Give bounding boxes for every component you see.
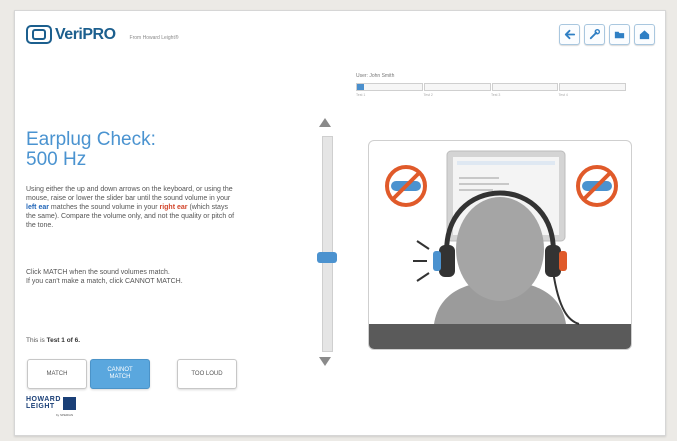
brand-ear-icon	[62, 396, 76, 410]
headphones-illustration	[369, 150, 631, 349]
cannot-match-label-line1: CANNOT	[107, 367, 133, 373]
logo-badge-icon	[26, 25, 52, 44]
progress-fill	[357, 84, 364, 90]
match-button[interactable]: MATCH	[27, 359, 87, 389]
wrench-icon	[589, 28, 601, 40]
no-sound-sign-right	[576, 165, 618, 207]
brand-line2: LEIGHT	[26, 403, 55, 410]
progress-segment-1	[356, 83, 423, 91]
progress-segment-3	[491, 83, 559, 91]
page-title: Earplug Check: 500 Hz	[26, 130, 156, 170]
screen-line	[459, 183, 509, 185]
sound-lines	[413, 240, 430, 282]
screen-header	[457, 161, 555, 165]
progress-labels: Test 1 Test 2 Test 3 Test 4	[356, 93, 626, 97]
instructions-part2: matches the sound volume in your	[48, 204, 160, 211]
right-ear-speaker	[559, 251, 567, 271]
progress-step-label: Test 3	[491, 93, 501, 97]
test-count-value: Test 1 of 6.	[46, 337, 81, 344]
user-label: User: John Smith	[356, 73, 395, 79]
left-earcup	[439, 245, 455, 277]
folder-icon	[614, 31, 625, 39]
no-sound-sign-left	[385, 165, 427, 207]
test-counter: This is Test 1 of 6.	[26, 337, 80, 344]
too-loud-button[interactable]: TOO LOUD	[177, 359, 237, 389]
toolbar	[559, 24, 655, 45]
volume-slider-track[interactable]	[322, 136, 333, 352]
brand-text: HOWARD LEIGHT	[26, 396, 61, 410]
logo-text: VeriPRO	[55, 25, 116, 43]
match-instructions: Click MATCH when the sound volumes match…	[26, 268, 266, 286]
test-progress-bar	[356, 83, 626, 91]
progress-segment-2	[423, 83, 491, 91]
listener-illustration	[368, 140, 632, 350]
back-button[interactable]	[559, 24, 580, 45]
match-note-line2: If you can't make a match, click CANNOT …	[26, 278, 183, 285]
page-title-line2: 500 Hz	[26, 149, 87, 170]
desk	[369, 324, 631, 349]
veripro-logo: VeriPRO From Howard Leight®	[26, 25, 179, 44]
match-note-line1: Click MATCH when the sound volumes match…	[26, 269, 170, 276]
cannot-match-label-line2: MATCH	[109, 374, 131, 380]
instructions-text: Using either the up and down arrows on t…	[26, 185, 236, 230]
instructions-part1: Using either the up and down arrows on t…	[26, 186, 233, 202]
arrow-left-icon	[564, 29, 576, 40]
logo-subtitle: From Howard Leight®	[129, 34, 179, 41]
test-count-prefix: This is	[26, 337, 47, 344]
page-title-line1: Earplug Check:	[26, 129, 156, 150]
screen-line	[459, 189, 493, 191]
progress-segment-4	[559, 83, 626, 91]
left-ear-speaker	[433, 251, 441, 271]
home-button[interactable]	[634, 24, 655, 45]
brand-sub: by SPERIAN	[56, 413, 74, 417]
brand-line1: HOWARD	[26, 396, 61, 403]
progress-step-label: Test 4	[558, 93, 568, 97]
howard-leight-logo: HOWARD LEIGHT by SPERIAN	[26, 396, 76, 417]
cannot-match-button[interactable]: CANNOT MATCH	[90, 359, 150, 389]
right-ear-highlight: right ear	[159, 204, 188, 211]
progress-step-label: Test 1	[356, 93, 366, 97]
tools-button[interactable]	[584, 24, 605, 45]
progress-step-label: Test 2	[423, 93, 433, 97]
volume-up-arrow[interactable]	[319, 118, 331, 127]
folder-button[interactable]	[609, 24, 630, 45]
screen-line	[459, 177, 499, 179]
volume-slider-thumb[interactable]	[317, 252, 337, 263]
home-icon	[639, 30, 650, 40]
volume-down-arrow[interactable]	[319, 357, 331, 366]
left-ear-highlight: left ear	[26, 204, 49, 211]
